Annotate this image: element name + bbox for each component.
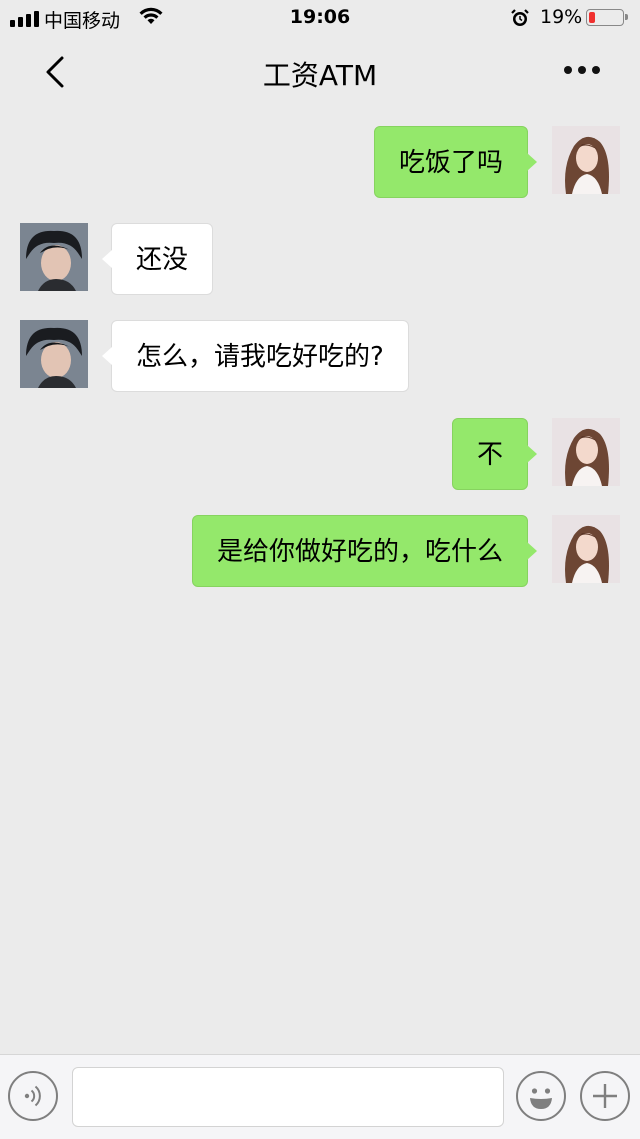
message-bubble-received[interactable]: 还没 bbox=[101, 223, 214, 295]
more-dots-icon bbox=[564, 66, 572, 74]
message-bubble-sent[interactable]: 不 bbox=[451, 418, 538, 490]
message-bubble-sent[interactable]: 是给你做好吃的，吃什么 bbox=[191, 515, 538, 587]
battery-level bbox=[589, 12, 595, 23]
nav-bar: 工资ATM bbox=[0, 36, 640, 108]
emoji-button[interactable] bbox=[516, 1071, 566, 1121]
input-bar bbox=[0, 1054, 640, 1139]
contact-avatar[interactable] bbox=[20, 320, 88, 388]
my-avatar[interactable] bbox=[552, 418, 620, 486]
message-bubble-received[interactable]: 怎么，请我吃好吃的? bbox=[102, 320, 409, 392]
more-button[interactable] bbox=[564, 66, 600, 74]
battery-percent: 19% bbox=[540, 6, 583, 28]
plus-button[interactable] bbox=[580, 1071, 630, 1121]
message-input[interactable] bbox=[72, 1067, 504, 1127]
message-bubble-sent[interactable]: 吃饭了吗 bbox=[373, 126, 538, 198]
my-avatar[interactable] bbox=[552, 126, 620, 194]
my-avatar[interactable] bbox=[552, 515, 620, 583]
chat-title: 工资ATM bbox=[262, 59, 378, 92]
contact-avatar[interactable] bbox=[20, 223, 88, 291]
battery-icon bbox=[586, 9, 628, 26]
voice-button[interactable] bbox=[8, 1071, 58, 1121]
voice-icon bbox=[24, 1085, 41, 1107]
emoji-smile-icon bbox=[530, 1088, 552, 1109]
plus-icon bbox=[593, 1084, 617, 1108]
status-bar: 中国移动 19:06 19% bbox=[0, 0, 640, 36]
alarm-clock-icon bbox=[511, 9, 529, 26]
